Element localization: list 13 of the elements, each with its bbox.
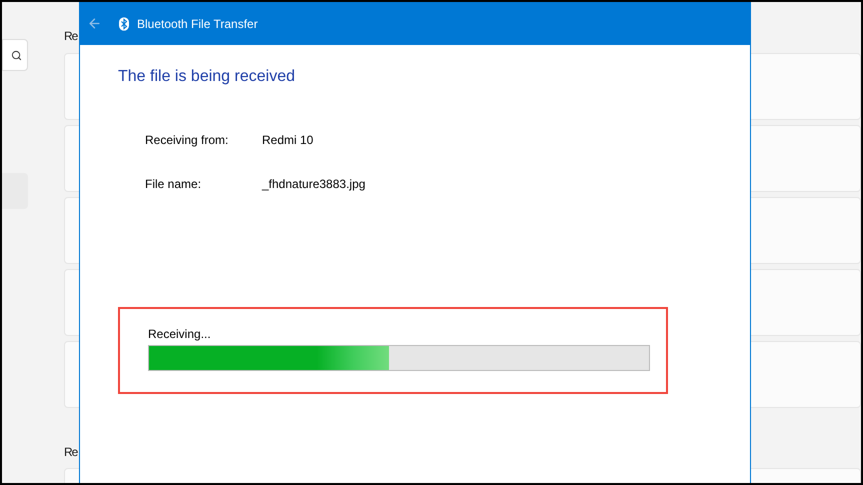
back-icon[interactable] — [87, 16, 102, 31]
progress-label: Receiving... — [148, 326, 212, 343]
section-heading: Re — [64, 28, 78, 45]
search-icon — [11, 50, 22, 60]
search-field[interactable] — [2, 39, 28, 71]
section-heading: Re — [64, 444, 78, 461]
detail-value: _fhdnature3883.jpg — [262, 176, 366, 193]
status-heading: The file is being received — [118, 67, 296, 87]
detail-label: Receiving from: — [145, 132, 230, 149]
window-title: Bluetooth File Transfer — [137, 16, 258, 32]
bluetooth-icon — [119, 16, 129, 30]
detail-value: Redmi 10 — [262, 132, 314, 149]
detail-label: File name: — [145, 176, 202, 193]
